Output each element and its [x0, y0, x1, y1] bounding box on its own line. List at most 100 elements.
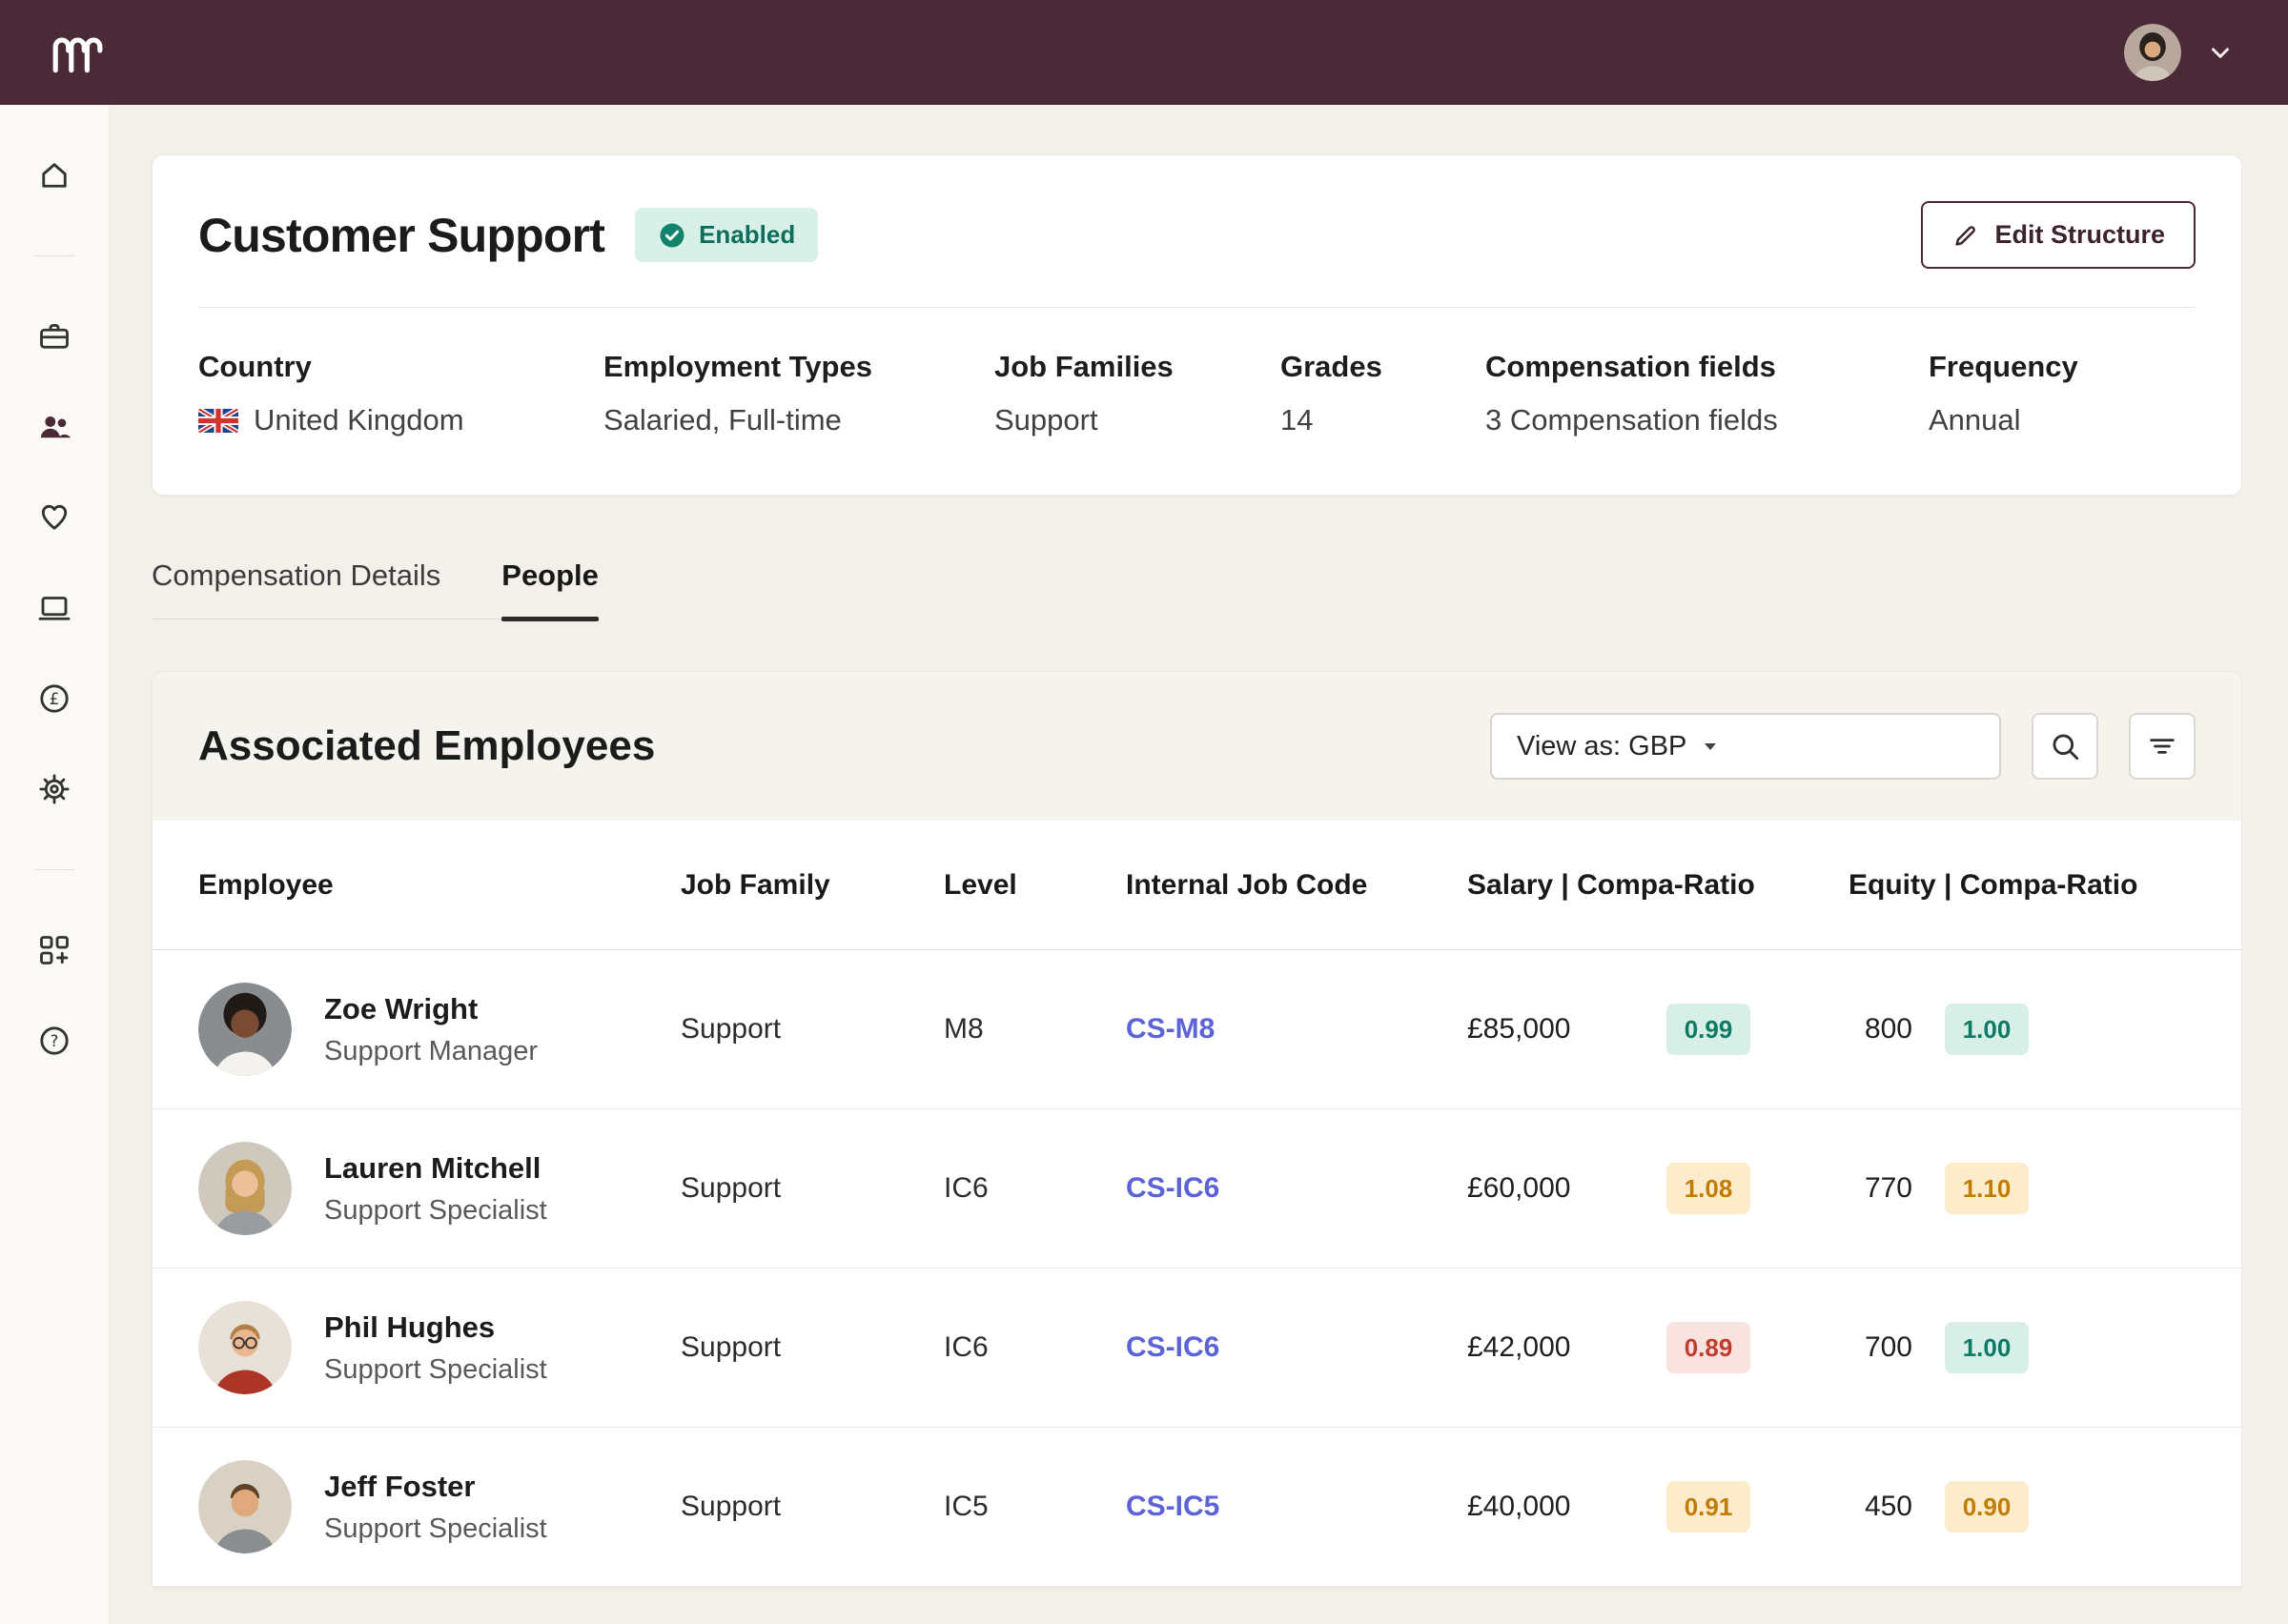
rippling-logo[interactable]	[50, 30, 105, 74]
job-family-cell: Support	[681, 1491, 944, 1523]
salary-value: £42,000	[1467, 1331, 1634, 1364]
column-header: Employee	[198, 869, 681, 902]
equity-value: 450	[1849, 1491, 1912, 1523]
equity-compa-ratio-badge: 0.90	[1945, 1481, 2029, 1533]
meta-grades: Grades 14	[1280, 350, 1485, 437]
salary-compa-ratio-badge: 1.08	[1666, 1163, 1750, 1214]
equity-value: 700	[1849, 1331, 1912, 1364]
avatar	[198, 983, 292, 1076]
associated-employees-card: Associated Employees View as: GBP	[152, 671, 2242, 1588]
main-content: Customer Support Enabled Edit Structure	[110, 105, 2288, 1624]
employee-name: Lauren Mitchell	[324, 1151, 547, 1186]
job-code-link[interactable]: CS-M8	[1126, 1013, 1467, 1045]
sidebar-item-help[interactable]: ?	[33, 1020, 75, 1062]
pound-icon: £	[37, 681, 72, 716]
sidebar-item-apps[interactable]	[33, 929, 75, 971]
sidebar-item-settings[interactable]	[33, 768, 75, 810]
table-row[interactable]: Zoe Wright Support Manager Support M8 CS…	[153, 950, 2241, 1109]
rippling-logo-icon	[50, 30, 105, 74]
filter-button[interactable]	[2129, 713, 2196, 780]
avatar	[198, 1142, 292, 1235]
topbar	[0, 0, 2288, 105]
tabs: Compensation Details People	[152, 558, 599, 619]
meta-country: Country	[198, 350, 603, 437]
employee-role: Support Specialist	[324, 1354, 547, 1386]
meta-compensation-fields: Compensation fields 3 Compensation field…	[1485, 350, 1929, 437]
help-icon: ?	[37, 1024, 72, 1058]
column-header: Job Family	[681, 869, 944, 902]
section-title: Associated Employees	[198, 722, 655, 770]
status-badge: Enabled	[635, 208, 818, 262]
sidebar-divider	[34, 255, 74, 256]
edit-structure-button[interactable]: Edit Structure	[1921, 201, 2196, 269]
table-row[interactable]: Jeff Foster Support Specialist Support I…	[153, 1428, 2241, 1587]
sidebar-item-devices[interactable]	[33, 587, 75, 629]
job-code-link[interactable]: CS-IC6	[1126, 1172, 1467, 1205]
equity-compa-ratio-badge: 1.00	[1945, 1322, 2029, 1373]
tab-compensation-details[interactable]: Compensation Details	[152, 558, 440, 619]
meta-job-families: Job Families Support	[994, 350, 1280, 437]
employee-name: Zoe Wright	[324, 992, 538, 1026]
employee-role: Support Manager	[324, 1036, 538, 1067]
salary-compa-ratio-badge: 0.91	[1666, 1481, 1750, 1533]
svg-text:?: ?	[51, 1032, 59, 1050]
structure-meta: Country	[198, 308, 2196, 495]
caret-down-icon	[1704, 742, 1717, 751]
sidebar-item-home[interactable]	[33, 154, 75, 196]
tab-people[interactable]: People	[501, 558, 599, 619]
uk-flag-icon	[198, 408, 238, 434]
job-family-cell: Support	[681, 1172, 944, 1205]
gear-icon	[37, 772, 72, 806]
home-icon	[37, 158, 72, 193]
avatar	[198, 1460, 292, 1553]
page-title: Customer Support	[198, 208, 604, 263]
view-as-select[interactable]: View as: GBP	[1490, 713, 2001, 780]
equity-compa-ratio-badge: 1.00	[1945, 1004, 2029, 1055]
laptop-icon	[37, 591, 72, 625]
sidebar-item-benefits[interactable]	[33, 497, 75, 538]
avatar	[198, 1301, 292, 1394]
employee-name: Phil Hughes	[324, 1310, 547, 1345]
employee-name: Jeff Foster	[324, 1470, 547, 1504]
chevron-down-icon[interactable]	[2206, 38, 2235, 67]
level-cell: IC6	[944, 1331, 1126, 1364]
table-row[interactable]: Lauren Mitchell Support Specialist Suppo…	[153, 1109, 2241, 1269]
user-avatar[interactable]	[2124, 24, 2181, 81]
sidebar-item-payroll[interactable]: £	[33, 678, 75, 720]
meta-employment-types: Employment Types Salaried, Full-time	[603, 350, 994, 437]
equity-value: 770	[1849, 1172, 1912, 1205]
salary-compa-ratio-badge: 0.99	[1666, 1004, 1750, 1055]
heart-icon	[37, 500, 72, 535]
pencil-icon	[1951, 221, 1980, 250]
employee-role: Support Specialist	[324, 1195, 547, 1227]
column-header: Equity | Compa-Ratio	[1849, 869, 2196, 902]
job-family-cell: Support	[681, 1331, 944, 1364]
employee-role: Support Specialist	[324, 1513, 547, 1545]
equity-value: 800	[1849, 1013, 1912, 1045]
search-button[interactable]	[2032, 713, 2098, 780]
column-header: Internal Job Code	[1126, 869, 1467, 902]
salary-compa-ratio-badge: 0.89	[1666, 1322, 1750, 1373]
equity-compa-ratio-badge: 1.10	[1945, 1163, 2029, 1214]
level-cell: IC5	[944, 1491, 1126, 1523]
column-header: Level	[944, 869, 1126, 902]
sidebar-item-company[interactable]	[33, 315, 75, 357]
level-cell: M8	[944, 1013, 1126, 1045]
edit-structure-label: Edit Structure	[1994, 220, 2165, 250]
table-header: Employee Job Family Level Internal Job C…	[153, 821, 2241, 950]
sidebar: £ ?	[0, 105, 110, 1624]
sidebar-item-people[interactable]	[33, 406, 75, 448]
sidebar-divider	[34, 869, 74, 870]
salary-value: £40,000	[1467, 1491, 1634, 1523]
column-header: Salary | Compa-Ratio	[1467, 869, 1849, 902]
meta-frequency: Frequency Annual	[1929, 350, 2078, 437]
structure-header-card: Customer Support Enabled Edit Structure	[152, 154, 2242, 496]
job-family-cell: Support	[681, 1013, 944, 1045]
status-badge-label: Enabled	[699, 220, 795, 250]
table-row[interactable]: Phil Hughes Support Specialist Support I…	[153, 1269, 2241, 1428]
people-icon	[37, 410, 72, 444]
job-code-link[interactable]: CS-IC5	[1126, 1491, 1467, 1523]
level-cell: IC6	[944, 1172, 1126, 1205]
job-code-link[interactable]: CS-IC6	[1126, 1331, 1467, 1364]
salary-value: £60,000	[1467, 1172, 1634, 1205]
